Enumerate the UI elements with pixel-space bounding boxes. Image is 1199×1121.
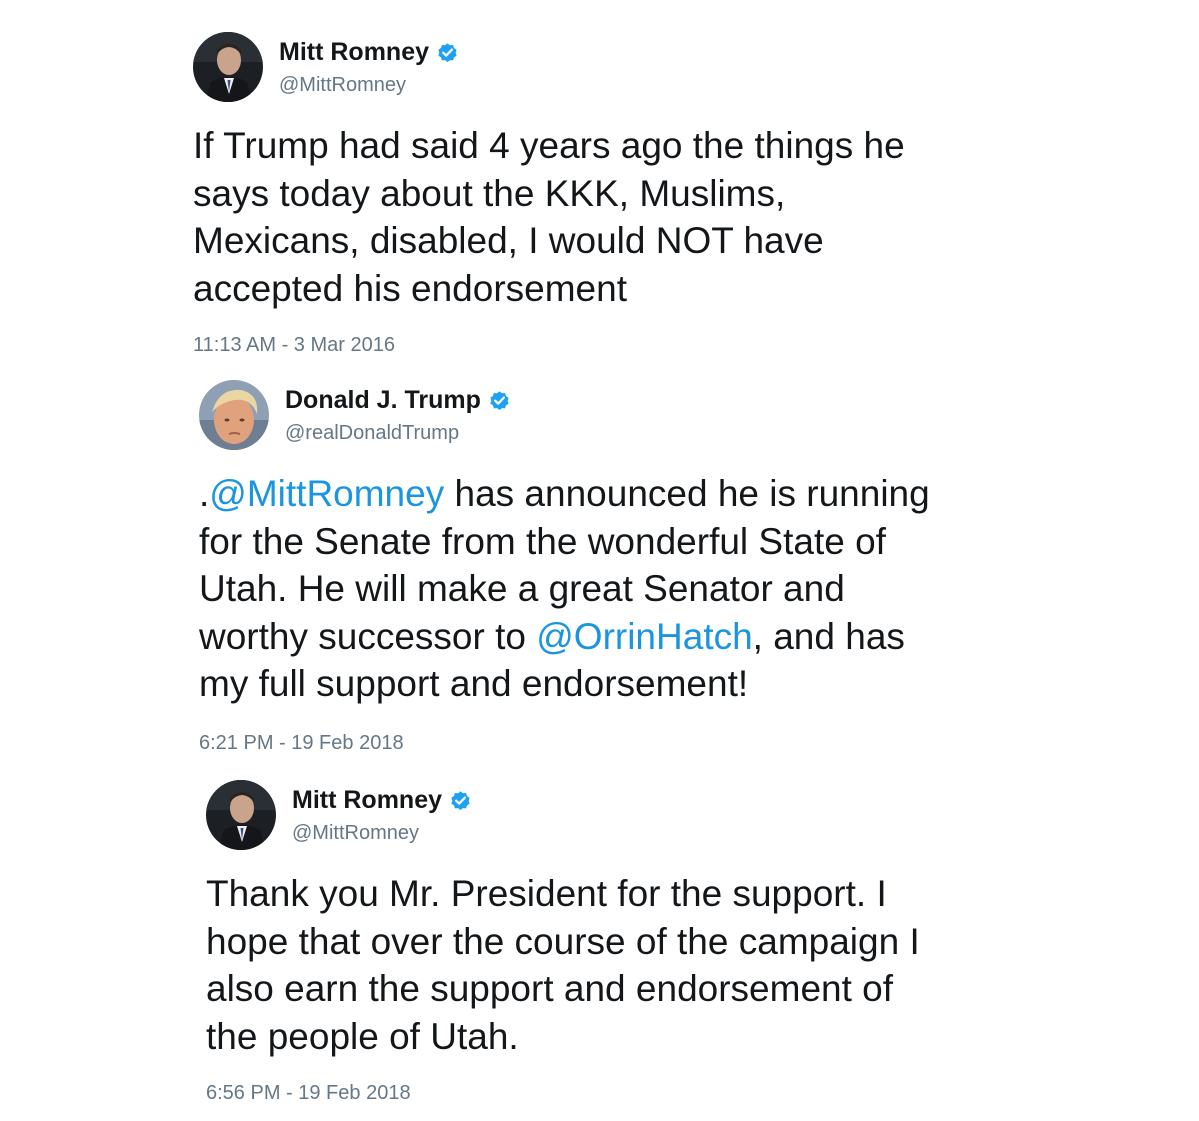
tweet-text-line: accepted his endorsement bbox=[193, 267, 627, 309]
tweet-text-line: worthy successor to @OrrinHatch, and has bbox=[199, 613, 1039, 661]
display-name[interactable]: Mitt Romney bbox=[292, 786, 442, 815]
text-segment: has announced he is running bbox=[444, 473, 930, 514]
tweet-2: Donald J. Trump @realDonaldTrump .@MittR… bbox=[199, 380, 1039, 755]
tweet-1: Mitt Romney @MittRomney If Trump had sai… bbox=[193, 32, 1033, 357]
tweet-text-line: for the Senate from the wonderful State … bbox=[199, 520, 886, 562]
text-segment: , and has bbox=[752, 615, 905, 657]
display-name[interactable]: Donald J. Trump bbox=[285, 386, 481, 415]
tweet-text-line: If Trump had said 4 years ago the things… bbox=[193, 125, 905, 166]
display-name-row: Donald J. Trump bbox=[285, 386, 511, 415]
tweet-timestamp[interactable]: 6:56 PM - 19 Feb 2018 bbox=[206, 1082, 1046, 1105]
tweet-text-line: says today about the KKK, Muslims, bbox=[193, 172, 786, 214]
avatar-donald-trump[interactable] bbox=[199, 380, 269, 450]
tweet-header: Mitt Romney @MittRomney bbox=[193, 32, 1033, 112]
user-handle[interactable]: @realDonaldTrump bbox=[285, 422, 459, 445]
tweet-header: Mitt Romney @MittRomney bbox=[206, 780, 1046, 860]
tweet-text-line: hope that over the course of the campaig… bbox=[206, 920, 920, 962]
tweet-text: .@MittRomney has announced he is running… bbox=[199, 470, 1039, 708]
display-name-row: Mitt Romney bbox=[279, 38, 459, 67]
avatar-mitt-romney[interactable] bbox=[193, 32, 263, 102]
text-segment: worthy successor to bbox=[199, 615, 537, 657]
tweet-timestamp[interactable]: 6:21 PM - 19 Feb 2018 bbox=[199, 732, 1039, 755]
tweet-text-line: also earn the support and endorsement of bbox=[206, 968, 894, 1009]
mention-link-orrinhatch[interactable]: @OrrinHatch bbox=[536, 616, 752, 657]
tweet-text-line: Utah. He will make a great Senator and bbox=[199, 568, 845, 609]
tweet-3: Mitt Romney @MittRomney Thank you Mr. Pr… bbox=[206, 780, 1046, 1105]
tweet-text-line: my full support and endorsement! bbox=[199, 663, 749, 704]
user-handle[interactable]: @MittRomney bbox=[279, 74, 406, 97]
verified-badge-icon bbox=[488, 389, 511, 412]
text-segment: . bbox=[199, 473, 210, 514]
verified-badge-icon bbox=[449, 789, 472, 812]
display-name-row: Mitt Romney bbox=[292, 786, 472, 815]
tweet-text-line: Thank you Mr. President for the support.… bbox=[206, 873, 887, 914]
display-name[interactable]: Mitt Romney bbox=[279, 38, 429, 67]
tweet-header: Donald J. Trump @realDonaldTrump bbox=[199, 380, 1039, 460]
verified-badge-icon bbox=[436, 41, 459, 64]
mention-link-mittromney[interactable]: @MittRomney bbox=[209, 473, 444, 514]
user-handle[interactable]: @MittRomney bbox=[292, 822, 419, 845]
tweet-text-line: Mexicans, disabled, I would NOT have bbox=[193, 220, 824, 261]
tweet-text: If Trump had said 4 years ago the things… bbox=[193, 122, 1033, 312]
tweet-timestamp[interactable]: 11:13 AM - 3 Mar 2016 bbox=[193, 334, 1033, 357]
tweet-text-line: the people of Utah. bbox=[206, 1015, 519, 1057]
tweet-text: Thank you Mr. President for the support.… bbox=[206, 870, 1046, 1060]
avatar-mitt-romney[interactable] bbox=[206, 780, 276, 850]
tweet-text-line: .@MittRomney has announced he is running bbox=[199, 470, 1039, 518]
